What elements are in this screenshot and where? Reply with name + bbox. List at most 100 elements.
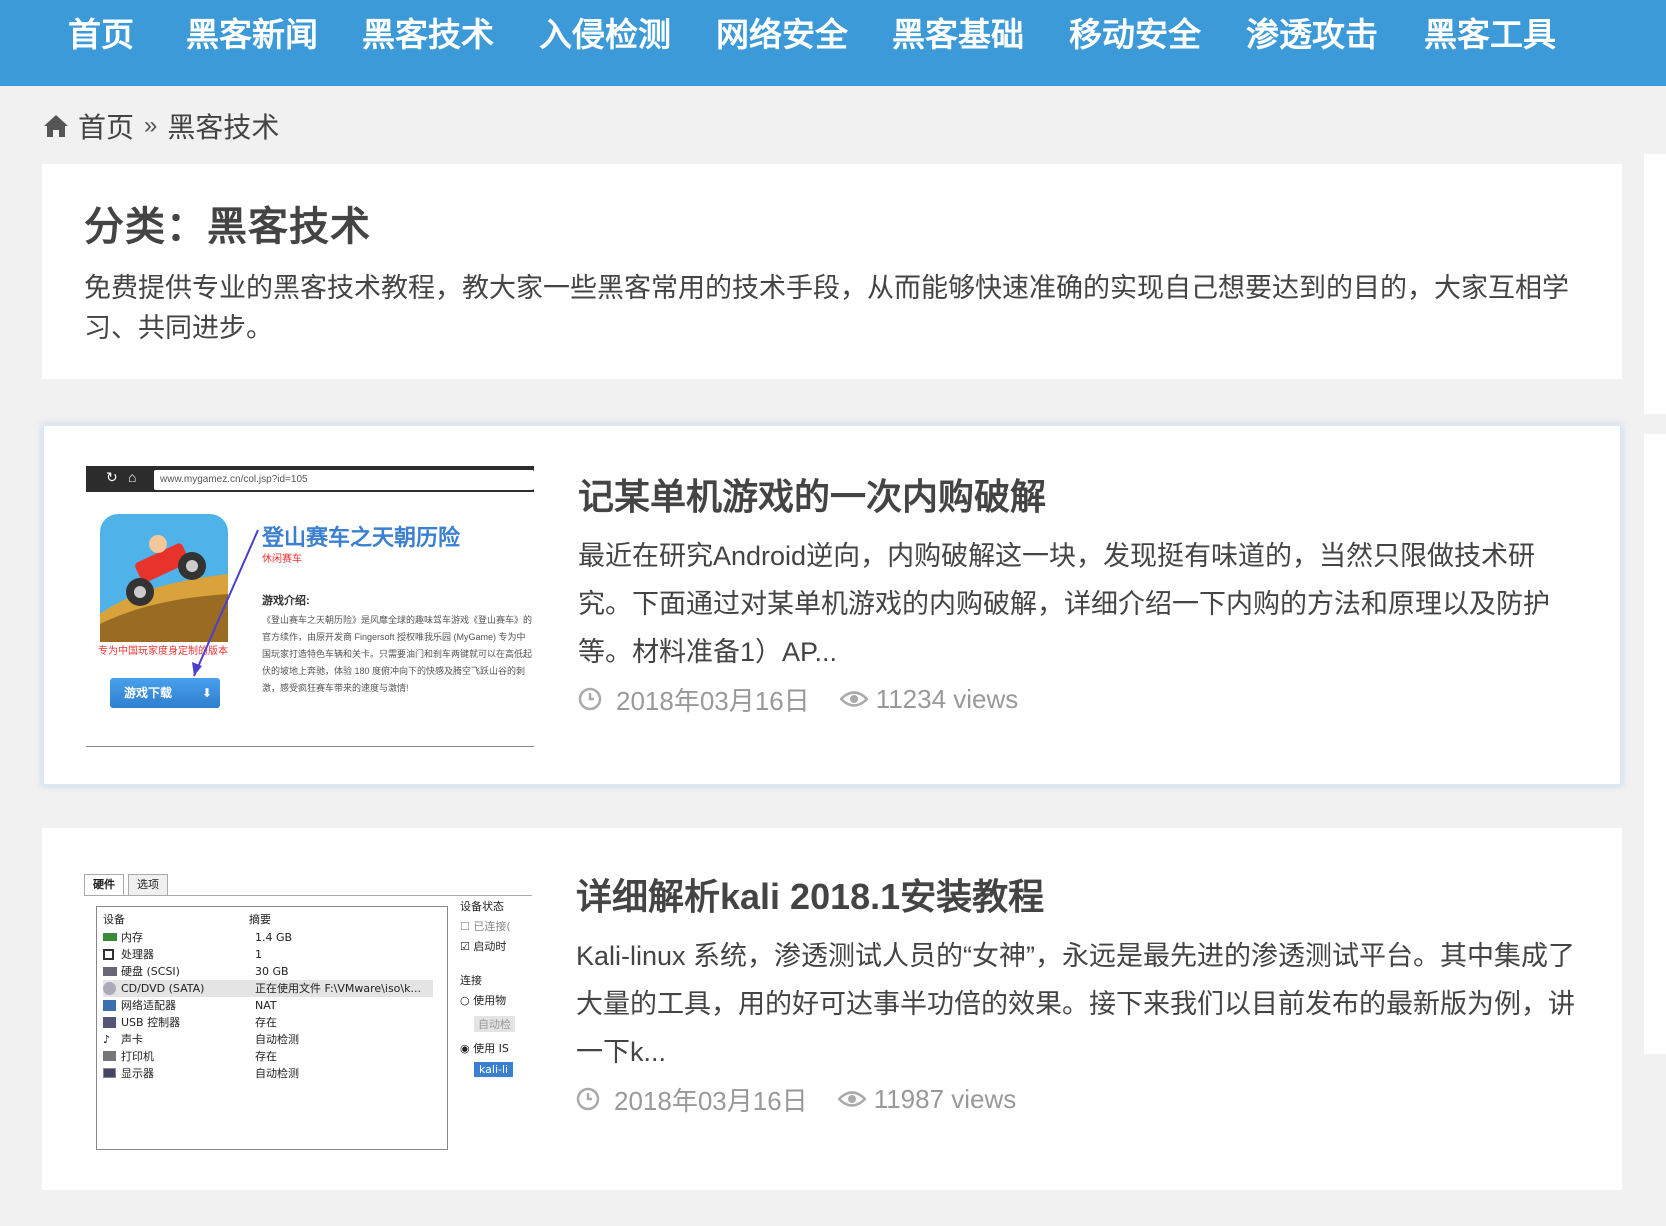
printer-icon bbox=[103, 1051, 116, 1061]
device-name: 处理器 bbox=[121, 948, 154, 961]
url-bar: www.mygamez.cn/col.jsp?id=105 bbox=[154, 470, 534, 490]
monitor-icon bbox=[103, 1068, 116, 1078]
game-subtitle: 休闲赛车 bbox=[262, 554, 302, 565]
nav-item-hacker-news[interactable]: 黑客新闻 bbox=[186, 10, 318, 60]
device-row: ♪ 声卡 自动检测 bbox=[103, 1031, 433, 1048]
article-thumbnail[interactable]: ↻ ⌂ www.mygamez.cn/col.jsp?id=105 登山赛车之天… bbox=[86, 466, 534, 748]
nav-item-hacker-tools[interactable]: 黑客工具 bbox=[1424, 10, 1556, 60]
home-icon: ⌂ bbox=[128, 469, 137, 485]
memory-icon bbox=[103, 933, 117, 941]
connected-checkbox: ☐ 已连接( bbox=[460, 920, 511, 933]
device-row: 硬盘 (SCSI) 30 GB bbox=[103, 963, 433, 980]
intro-text: 《登山赛车之天朝历险》是风靡全球的趣味驾车游戏《登山赛车》的官方续作，由原开发商… bbox=[262, 615, 533, 693]
nav-item-penetration[interactable]: 渗透攻击 bbox=[1246, 10, 1378, 60]
category-title: 分类：黑客技术 bbox=[84, 205, 371, 249]
breadcrumb: 首页 » 黑客技术 bbox=[42, 106, 279, 146]
nav-item-intrusion-detection[interactable]: 入侵检测 bbox=[539, 10, 671, 60]
device-row: 打印机 存在 bbox=[103, 1048, 433, 1065]
device-row: 处理器 1 bbox=[103, 946, 433, 963]
reload-icon: ↻ bbox=[106, 469, 118, 485]
device-summary: 30 GB bbox=[255, 965, 289, 978]
device-summary: NAT bbox=[255, 999, 277, 1012]
device-name: CD/DVD (SATA) bbox=[121, 982, 205, 995]
article-date: 2018年03月16日 bbox=[614, 1085, 808, 1116]
usb-icon bbox=[103, 1017, 116, 1028]
device-name: 声卡 bbox=[121, 1033, 143, 1046]
device-list: 设备 摘要 内存 1.4 GB 处理器 1 硬盘 (SCSI) 30 GB CD… bbox=[96, 906, 448, 1150]
article-meta: 2018年03月16日 11234 views bbox=[578, 682, 1018, 716]
thumbnail-divider bbox=[86, 746, 534, 747]
download-button-label: 游戏下载 bbox=[124, 686, 173, 700]
nav-item-network-security[interactable]: 网络安全 bbox=[716, 10, 848, 60]
nav-item-hacker-tech[interactable]: 黑客技术 bbox=[362, 10, 494, 60]
network-icon bbox=[103, 1000, 116, 1011]
article-views: 11987 views bbox=[873, 1083, 1017, 1114]
autoconnect-checkbox: ☑ 启动时 bbox=[460, 940, 507, 953]
article-excerpt: 最近在研究Android逆向，内购破解这一块，发现挺有味道的，当然只限做技术研究… bbox=[578, 541, 1550, 667]
device-row-selected: CD/DVD (SATA) 正在使用文件 F:\VMware\iso\k... bbox=[103, 980, 433, 997]
device-name: 硬盘 (SCSI) bbox=[121, 965, 180, 978]
article-card[interactable]: ↻ ⌂ www.mygamez.cn/col.jsp?id=105 登山赛车之天… bbox=[42, 424, 1622, 786]
nav-item-home[interactable]: 首页 bbox=[68, 10, 134, 60]
clock-icon bbox=[576, 1087, 600, 1111]
column-summary: 摘要 bbox=[249, 913, 271, 926]
device-name: USB 控制器 bbox=[121, 1016, 181, 1029]
device-name: 内存 bbox=[121, 931, 143, 944]
article-meta: 2018年03月16日 11987 views bbox=[576, 1082, 1016, 1116]
game-title: 登山赛车之天朝历险 bbox=[262, 525, 461, 550]
cd-icon bbox=[103, 982, 116, 995]
device-summary: 自动检测 bbox=[255, 1067, 299, 1080]
arrow-annotation bbox=[192, 529, 259, 677]
eye-icon bbox=[839, 691, 868, 707]
physical-label: 使用物 bbox=[473, 994, 507, 1007]
article-title[interactable]: 详细解析kali 2018.1安装教程 bbox=[576, 868, 1044, 920]
sidebar-edge bbox=[1644, 434, 1666, 1054]
clock-icon bbox=[578, 687, 602, 711]
iso-label: 使用 IS bbox=[473, 1042, 509, 1055]
top-nav: 首页 黑客新闻 黑客技术 入侵检测 网络安全 黑客基础 移动安全 渗透攻击 黑客… bbox=[0, 0, 1666, 86]
device-name: 打印机 bbox=[121, 1050, 154, 1063]
article-views: 11234 views bbox=[875, 683, 1019, 714]
tab-options: 选项 bbox=[128, 874, 168, 896]
device-summary: 自动检测 bbox=[255, 1033, 299, 1046]
column-device: 设备 bbox=[103, 913, 125, 926]
article-card[interactable]: 硬件 选项 设备 摘要 内存 1.4 GB 处理器 1 硬盘 (SCSI) 30… bbox=[42, 828, 1622, 1190]
connection-heading: 连接 bbox=[460, 974, 482, 987]
breadcrumb-home-link[interactable]: 首页 bbox=[78, 106, 134, 146]
physical-radio: ○ 使用物 bbox=[460, 994, 507, 1007]
device-summary: 1 bbox=[255, 948, 262, 961]
category-header: 分类：黑客技术 免费提供专业的黑客技术教程，教大家一些黑客常用的技术手段，从而能… bbox=[42, 164, 1622, 379]
autoconnect-label: 启动时 bbox=[473, 940, 507, 953]
device-summary: 1.4 GB bbox=[255, 931, 293, 944]
intro-heading: 游戏介绍: bbox=[262, 595, 310, 607]
iso-radio: ◉ 使用 IS bbox=[460, 1042, 509, 1055]
device-row: 网络适配器 NAT bbox=[103, 997, 433, 1014]
processor-icon bbox=[103, 949, 114, 960]
disk-icon bbox=[103, 967, 117, 976]
nav-item-hacker-basics[interactable]: 黑客基础 bbox=[892, 10, 1024, 60]
nav-item-mobile-security[interactable]: 移动安全 bbox=[1069, 10, 1201, 60]
device-summary: 存在 bbox=[255, 1016, 277, 1029]
article-title[interactable]: 记某单机游戏的一次内购破解 bbox=[578, 468, 1046, 520]
article-excerpt: Kali-linux 系统，渗透测试人员的“女神”，永远是最先进的渗透测试平台。… bbox=[576, 941, 1576, 1067]
device-row: 显示器 自动检测 bbox=[103, 1065, 433, 1082]
device-name: 网络适配器 bbox=[121, 999, 176, 1012]
sidebar-edge bbox=[1644, 154, 1666, 414]
device-summary: 正在使用文件 F:\VMware\iso\k... bbox=[255, 982, 421, 995]
connected-label: 已连接( bbox=[473, 920, 511, 933]
sound-icon: ♪ bbox=[103, 1033, 111, 1046]
device-status-heading: 设备状态 bbox=[460, 900, 504, 913]
article-date: 2018年03月16日 bbox=[616, 685, 810, 716]
iso-path-field: kali-li bbox=[474, 1062, 514, 1077]
article-thumbnail[interactable]: 硬件 选项 设备 摘要 内存 1.4 GB 处理器 1 硬盘 (SCSI) 30… bbox=[84, 868, 532, 1150]
tab-hardware: 硬件 bbox=[84, 874, 124, 896]
device-summary: 存在 bbox=[255, 1050, 277, 1063]
category-description: 免费提供专业的黑客技术教程，教大家一些黑客常用的技术手段，从而能够快速准确的实现… bbox=[84, 273, 1569, 343]
auto-detect-select: 自动检 bbox=[474, 1016, 515, 1032]
eye-icon bbox=[837, 1091, 866, 1107]
breadcrumb-current: 黑客技术 bbox=[167, 112, 280, 143]
device-row: 内存 1.4 GB bbox=[103, 929, 433, 946]
breadcrumb-separator: » bbox=[144, 112, 158, 139]
browser-toolbar: ↻ ⌂ www.mygamez.cn/col.jsp?id=105 bbox=[86, 466, 534, 492]
home-icon bbox=[44, 115, 68, 137]
